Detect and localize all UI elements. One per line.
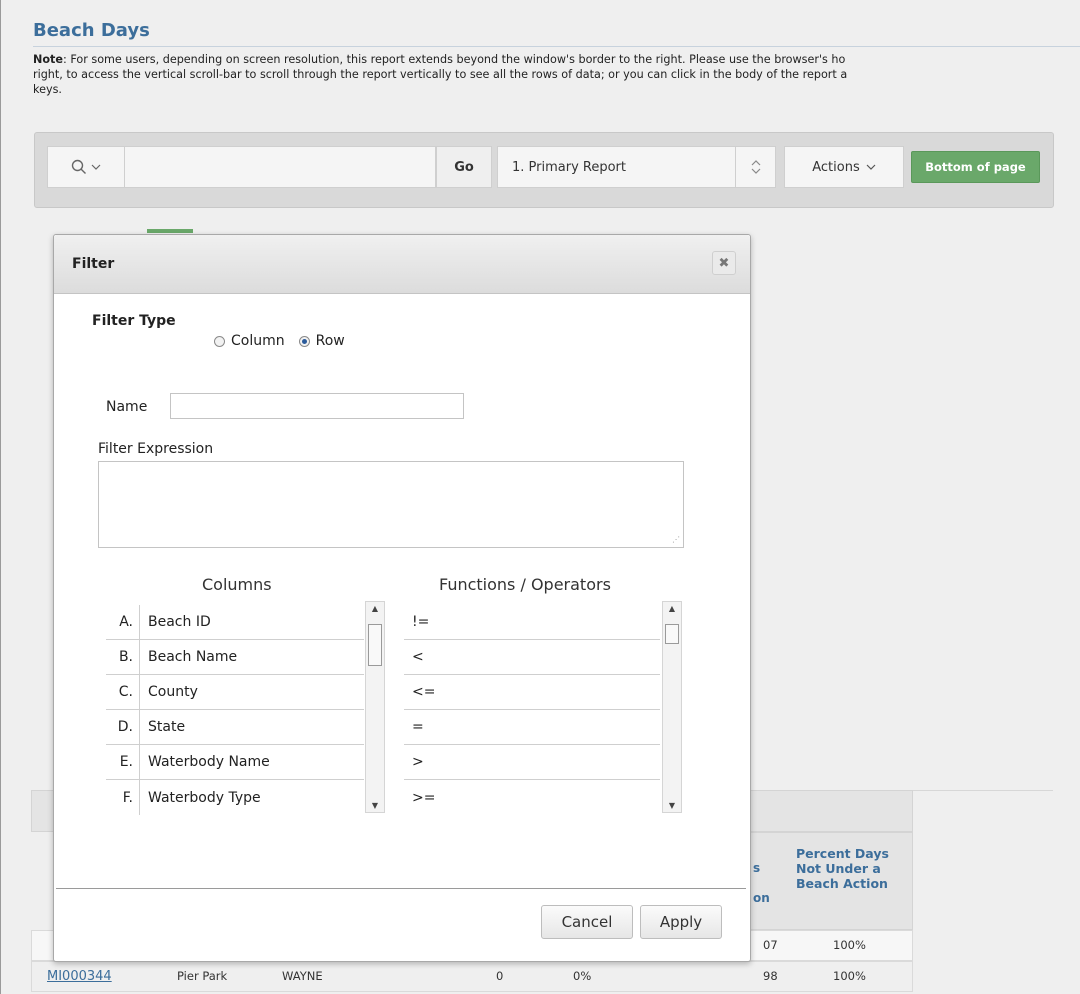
column-header-partial-line: s — [753, 861, 761, 875]
list-item[interactable]: <= — [404, 675, 660, 710]
column-letter: F. — [106, 780, 140, 815]
operators-list: != < <= = > >= — [404, 605, 660, 814]
list-item[interactable]: C. County — [106, 675, 364, 710]
report-note: Note: For some users, depending on scree… — [33, 52, 1080, 97]
column-letter: B. — [106, 640, 140, 674]
columns-scrollbar[interactable]: ▲ ▼ — [365, 601, 385, 813]
scroll-thumb[interactable] — [665, 624, 679, 644]
row2-cell-pct: 0% — [573, 969, 592, 983]
scroll-thumb[interactable] — [368, 624, 382, 666]
column-letter: A. — [106, 605, 140, 639]
row1-cell-percent: 100% — [833, 938, 866, 952]
list-item[interactable]: D. State — [106, 710, 364, 745]
column-letter: E. — [106, 745, 140, 779]
list-item[interactable]: = — [404, 710, 660, 745]
close-icon[interactable]: ✖ — [712, 251, 736, 275]
radio-row[interactable] — [298, 335, 310, 347]
column-name: County — [148, 684, 198, 700]
list-item[interactable]: A. Beach ID — [106, 605, 364, 640]
note-line-3: keys. — [33, 83, 62, 96]
row1-cell-days: 07 — [763, 938, 778, 952]
table-row — [31, 961, 913, 992]
row2-cell-percent: 100% — [833, 969, 866, 983]
search-icon — [71, 159, 86, 174]
list-item[interactable]: >= — [404, 780, 660, 815]
bottom-of-page-button[interactable]: Bottom of page — [911, 151, 1040, 183]
radio-column-label[interactable]: Column — [231, 333, 285, 349]
note-line-2: right, to access the vertical scroll-bar… — [33, 68, 848, 81]
row2-cell-county: WAYNE — [282, 969, 323, 983]
list-item[interactable]: < — [404, 640, 660, 675]
list-item[interactable]: != — [404, 605, 660, 640]
column-name: Beach Name — [148, 649, 238, 665]
filter-type-label: Filter Type — [92, 313, 176, 329]
column-letter: C. — [106, 675, 140, 709]
column-name: Waterbody Type — [148, 789, 261, 806]
apply-button[interactable]: Apply — [640, 905, 722, 939]
radio-row-label[interactable]: Row — [316, 333, 345, 349]
select-arrows-icon[interactable] — [736, 146, 776, 188]
list-item[interactable]: > — [404, 745, 660, 780]
row2-cell-name: Pier Park — [177, 969, 228, 983]
title-divider — [33, 46, 1080, 47]
column-header-partial[interactable]: s on — [753, 861, 770, 906]
search-column-button[interactable] — [47, 146, 125, 188]
page-title: Beach Days — [33, 20, 150, 41]
name-label: Name — [106, 399, 148, 415]
dialog-title: Filter — [72, 256, 115, 272]
scroll-down-icon[interactable]: ▼ — [366, 801, 384, 810]
name-input[interactable] — [170, 393, 464, 419]
cancel-button[interactable]: Cancel — [541, 905, 633, 939]
chevron-down-icon — [866, 164, 876, 170]
go-button[interactable]: Go — [436, 146, 492, 188]
scroll-down-icon[interactable]: ▼ — [663, 801, 681, 810]
column-header-percent-days[interactable]: Percent Days Not Under a Beach Action — [796, 846, 908, 891]
filter-dialog: Filter ✖ Filter Type Column Row Name Fil… — [53, 234, 751, 962]
dialog-header: Filter ✖ — [54, 235, 750, 294]
report-select[interactable]: 1. Primary Report — [497, 146, 736, 188]
column-name: Beach ID — [148, 614, 211, 630]
filter-type-radio-group: Column Row — [214, 333, 345, 349]
list-item[interactable]: B. Beach Name — [106, 640, 364, 675]
column-letter: D. — [106, 710, 140, 744]
operators-scrollbar[interactable]: ▲ ▼ — [662, 601, 682, 813]
chevron-down-icon — [91, 164, 101, 170]
resize-grip-icon[interactable]: ⋰ — [672, 535, 680, 544]
scroll-up-icon[interactable]: ▲ — [663, 604, 681, 613]
list-item[interactable]: E. Waterbody Name — [106, 745, 364, 780]
active-tab-indicator — [147, 229, 193, 233]
column-header-partial-line: on — [753, 891, 770, 905]
note-line-1: : For some users, depending on screen re… — [63, 53, 846, 66]
row2-cell-count: 0 — [496, 969, 504, 983]
filter-expression-label: Filter Expression — [98, 441, 214, 457]
filter-expression-textarea[interactable]: ⋰ — [98, 461, 684, 548]
actions-label: Actions — [812, 159, 860, 175]
note-label: Note — [33, 53, 63, 66]
actions-menu-button[interactable]: Actions — [784, 146, 904, 188]
scroll-up-icon[interactable]: ▲ — [366, 604, 384, 613]
beach-id-link[interactable]: MI000344 — [47, 969, 112, 984]
columns-title: Columns — [202, 575, 272, 594]
columns-list: A. Beach ID B. Beach Name C. County D. State… — [106, 605, 364, 815]
column-name: State — [148, 719, 186, 735]
functions-title: Functions / Operators — [439, 575, 611, 594]
column-name: Waterbody Name — [148, 754, 270, 770]
dialog-footer-divider — [56, 888, 746, 889]
list-item[interactable]: F. Waterbody Type — [106, 780, 364, 815]
search-input[interactable] — [125, 146, 436, 188]
row2-cell-days: 98 — [763, 969, 778, 983]
radio-column[interactable] — [214, 335, 225, 347]
